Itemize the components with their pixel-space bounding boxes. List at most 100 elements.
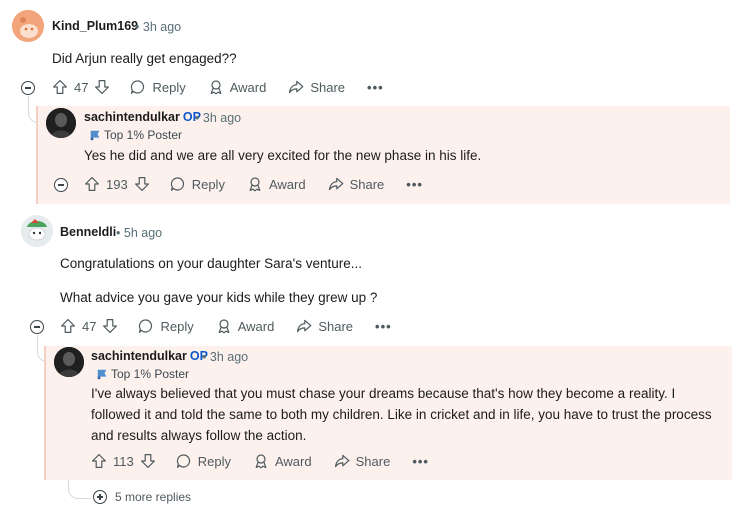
- collapse-icon[interactable]: [54, 178, 68, 192]
- reply-label: Reply: [160, 318, 194, 334]
- username-text: sachintendulkar: [91, 349, 187, 363]
- upvote-icon[interactable]: [91, 453, 107, 469]
- share-icon: [328, 176, 344, 192]
- avatar-photo-icon: [54, 347, 84, 377]
- award-button[interactable]: Award: [208, 79, 267, 95]
- expand-icon: [93, 490, 107, 504]
- vote-group: 193: [84, 176, 150, 192]
- reply-icon: [130, 79, 146, 95]
- award-button[interactable]: Award: [253, 453, 312, 469]
- comment-actions: 113 Reply Award Share •••: [91, 453, 451, 469]
- timestamp: • 3h ago: [195, 111, 241, 125]
- username[interactable]: sachintendulkar OP: [84, 110, 201, 124]
- collapse-icon[interactable]: [21, 81, 35, 95]
- share-icon: [296, 318, 312, 334]
- share-button[interactable]: Share: [296, 318, 353, 334]
- separator-dot: •: [116, 226, 121, 240]
- share-label: Share: [355, 453, 391, 469]
- avatar-photo-icon: [46, 108, 76, 138]
- vote-count: 193: [106, 176, 128, 192]
- reply-button[interactable]: Reply: [130, 79, 186, 95]
- time: 3h ago: [209, 350, 249, 364]
- username[interactable]: sachintendulkar OP: [91, 349, 208, 363]
- username-text: sachintendulkar: [84, 110, 180, 124]
- vote-count: 47: [82, 318, 97, 334]
- more-replies-button[interactable]: 5 more replies: [93, 490, 191, 504]
- avatar-snoo-icon: [21, 215, 53, 247]
- upvote-icon[interactable]: [84, 176, 100, 192]
- comment-line: I've always believed that you must chase…: [91, 386, 676, 401]
- share-label: Share: [310, 79, 346, 95]
- avatar[interactable]: [12, 10, 44, 42]
- vote-count: 47: [74, 79, 89, 95]
- overflow-menu-button[interactable]: •••: [367, 80, 384, 95]
- award-button[interactable]: Award: [247, 176, 306, 192]
- downvote-icon[interactable]: [140, 453, 156, 469]
- comment-text: Congratulations on your daughter Sara's …: [60, 256, 363, 271]
- comment-line: and results always follow the action.: [91, 428, 307, 443]
- avatar[interactable]: [54, 347, 84, 377]
- user-flair: Top 1% Poster: [96, 367, 189, 381]
- avatar[interactable]: [21, 215, 53, 247]
- flair-label: Top 1% Poster: [111, 367, 190, 381]
- award-label: Award: [268, 176, 306, 192]
- vote-count: 113: [113, 453, 134, 469]
- comment-actions: 47 Reply Award Share •••: [52, 79, 406, 95]
- share-icon: [288, 79, 304, 95]
- reply-icon: [176, 453, 192, 469]
- share-icon: [334, 453, 350, 469]
- username[interactable]: Benneldli: [60, 225, 116, 239]
- reply-icon: [170, 176, 186, 192]
- award-label: Award: [237, 318, 275, 334]
- downvote-icon[interactable]: [94, 79, 110, 95]
- separator-dot: •: [202, 350, 207, 364]
- award-label: Award: [274, 453, 312, 469]
- comment-text: What advice you gave your kids while the…: [60, 290, 378, 305]
- timestamp: • 3h ago: [135, 20, 181, 34]
- more-replies-label: 5 more replies: [115, 490, 192, 504]
- comment-actions: 47 Reply Award Share •••: [60, 318, 414, 334]
- reply-button[interactable]: Reply: [176, 453, 231, 469]
- award-button[interactable]: Award: [216, 318, 275, 334]
- overflow-menu-button[interactable]: •••: [375, 319, 392, 334]
- time: 3h ago: [142, 20, 182, 34]
- award-icon: [208, 79, 224, 95]
- avatar-snoo-icon: [12, 10, 44, 42]
- avatar[interactable]: [46, 108, 76, 138]
- flair-icon: [89, 129, 101, 141]
- overflow-menu-button[interactable]: •••: [412, 454, 429, 469]
- user-flair: Top 1% Poster: [89, 128, 182, 142]
- share-button[interactable]: Share: [288, 79, 345, 95]
- collapse-icon[interactable]: [30, 320, 44, 334]
- reply-button[interactable]: Reply: [138, 318, 194, 334]
- award-icon: [253, 453, 269, 469]
- share-button[interactable]: Share: [334, 453, 391, 469]
- reply-label: Reply: [197, 453, 231, 469]
- flair-label: Top 1% Poster: [104, 128, 183, 142]
- timestamp: • 3h ago: [202, 350, 248, 364]
- upvote-icon[interactable]: [52, 79, 68, 95]
- comment-text: Did Arjun really get engaged??: [52, 51, 237, 66]
- share-label: Share: [349, 176, 385, 192]
- share-label: Share: [318, 318, 354, 334]
- comment-line: followed it and told the same to both my…: [91, 407, 712, 422]
- downvote-icon[interactable]: [134, 176, 150, 192]
- separator-dot: •: [195, 111, 200, 125]
- vote-group: 113: [91, 453, 156, 469]
- overflow-menu-button[interactable]: •••: [406, 177, 423, 192]
- separator-dot: •: [135, 20, 140, 34]
- vote-group: 47: [60, 318, 118, 334]
- award-icon: [247, 176, 263, 192]
- comment-text: Yes he did and we are all very excited f…: [84, 148, 482, 163]
- reply-label: Reply: [191, 176, 225, 192]
- award-label: Award: [229, 79, 267, 95]
- reply-button[interactable]: Reply: [170, 176, 225, 192]
- upvote-icon[interactable]: [60, 318, 76, 334]
- thread-connector: [68, 478, 91, 499]
- reply-label: Reply: [152, 79, 186, 95]
- timestamp: • 5h ago: [116, 226, 162, 240]
- share-button[interactable]: Share: [328, 176, 385, 192]
- award-icon: [216, 318, 232, 334]
- username[interactable]: Kind_Plum169: [52, 19, 138, 33]
- downvote-icon[interactable]: [102, 318, 118, 334]
